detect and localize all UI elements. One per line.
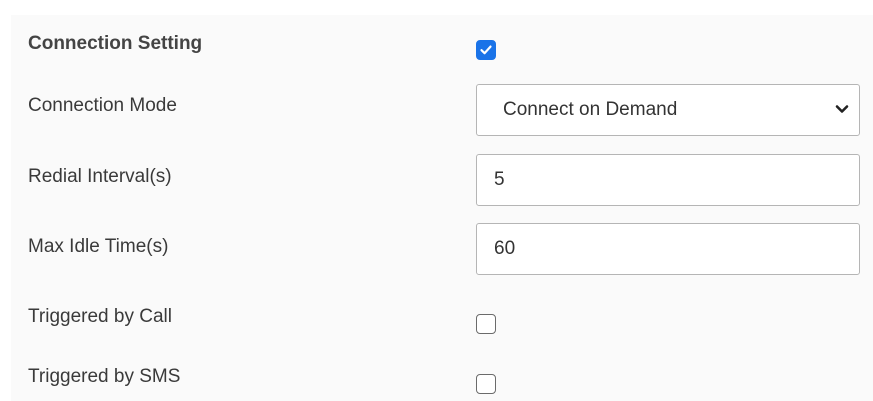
settings-panel [11,15,873,401]
triggered-by-sms-label: Triggered by SMS [28,366,181,387]
connection-setting-label: Connection Setting [28,33,203,54]
redial-interval-input[interactable] [476,154,860,206]
max-idle-time-input[interactable] [476,223,860,275]
triggered-by-sms-checkbox[interactable] [476,374,496,394]
connection-mode-value: Connect on Demand [503,99,678,120]
connection-mode-label: Connection Mode [28,95,177,116]
checkmark-icon [480,45,492,55]
max-idle-time-label: Max Idle Time(s) [28,236,169,257]
connection-setting-checkbox[interactable] [476,40,496,60]
connection-mode-select[interactable]: Connect on Demand [476,84,860,136]
triggered-by-call-label: Triggered by Call [28,306,172,327]
chevron-down-icon [835,105,849,113]
triggered-by-call-checkbox[interactable] [476,314,496,334]
redial-interval-label: Redial Interval(s) [28,166,172,187]
